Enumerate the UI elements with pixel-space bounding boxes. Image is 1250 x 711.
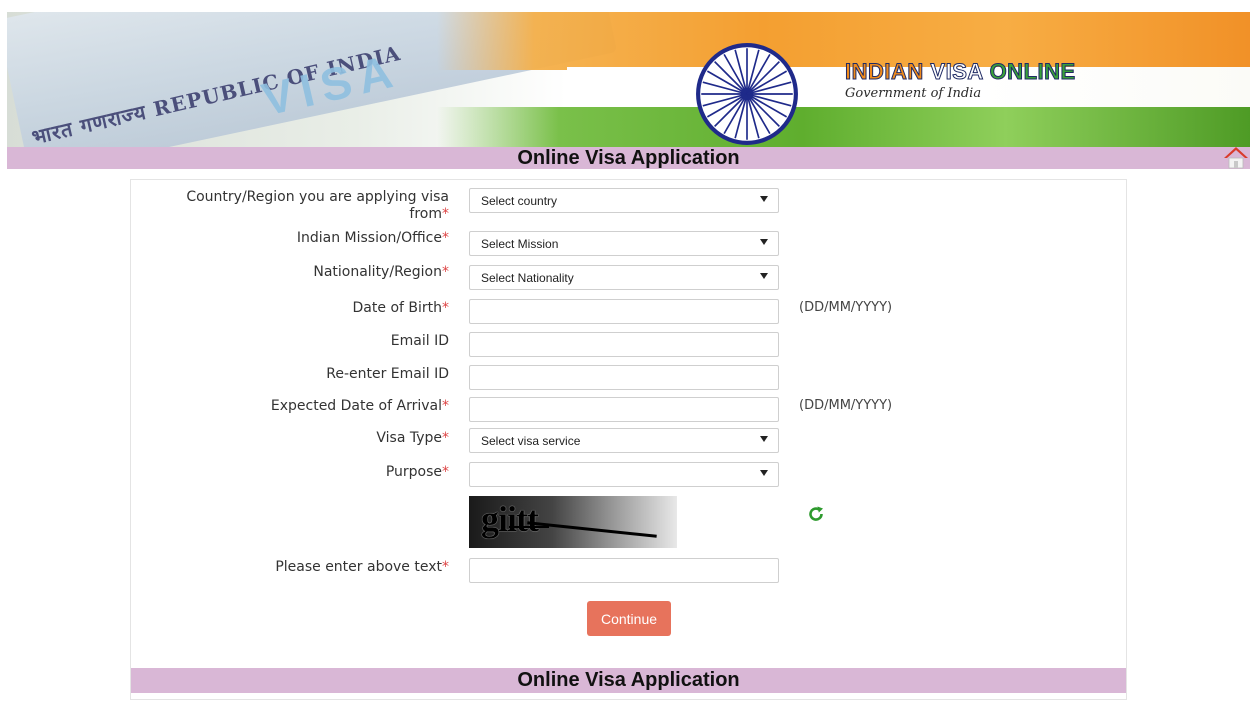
nationality-label: Nationality/Region* <box>313 264 449 280</box>
country-label: Country/Region you are applying visa fro… <box>186 189 449 222</box>
visa-type-label: Visa Type* <box>376 430 449 446</box>
email-confirm-label: Re-enter Email ID <box>326 366 449 382</box>
brand-subtitle: Government of India <box>845 86 982 101</box>
arrival-format-hint: (DD/MM/YYYY) <box>799 398 893 413</box>
captcha-label: Please enter above text* <box>275 559 449 575</box>
purpose-label: Purpose* <box>385 464 449 480</box>
dob-format-hint: (DD/MM/YYYY) <box>799 300 893 315</box>
purpose-select[interactable] <box>469 462 779 487</box>
country-select[interactable]: Select country <box>469 188 779 213</box>
chevron-down-icon <box>760 196 768 202</box>
visa-type-select[interactable]: Select visa service <box>469 428 779 453</box>
saffron-band <box>437 12 1250 70</box>
mission-label: Indian Mission/Office* <box>296 230 449 246</box>
captcha-image: giitt <box>469 496 677 548</box>
email-input[interactable] <box>469 332 779 357</box>
home-icon[interactable] <box>1223 144 1249 170</box>
nationality-select[interactable]: Select Nationality <box>469 265 779 290</box>
chevron-down-icon <box>760 239 768 245</box>
mission-select[interactable]: Select Mission <box>469 231 779 256</box>
dob-input[interactable] <box>469 299 779 324</box>
brand-logo: INDIAN VISA ONLINE Government of India <box>845 59 1076 101</box>
email-confirm-input[interactable] <box>469 365 779 390</box>
dob-label: Date of Birth* <box>352 300 449 316</box>
arrival-date-input[interactable] <box>469 397 779 422</box>
brand-visa: VISA <box>930 59 983 84</box>
continue-button[interactable]: Continue <box>587 601 671 636</box>
arrival-label: Expected Date of Arrival* <box>270 398 449 414</box>
refresh-icon[interactable] <box>807 505 825 523</box>
brand-indian: INDIAN <box>845 59 924 84</box>
captcha-input[interactable] <box>469 558 779 583</box>
green-band <box>437 107 1250 147</box>
title-bar: Online Visa Application <box>7 147 1250 169</box>
footer-bar: Online Visa Application <box>131 668 1126 693</box>
chevron-down-icon <box>760 436 768 442</box>
chevron-down-icon <box>760 470 768 476</box>
chevron-down-icon <box>760 273 768 279</box>
brand-online: ONLINE <box>989 59 1076 84</box>
page-title: Online Visa Application <box>517 147 740 169</box>
ashoka-chakra-icon <box>696 43 798 145</box>
footer-title: Online Visa Application <box>517 669 740 691</box>
email-label: Email ID <box>390 333 449 349</box>
site-banner: भारत गणराज्य REPUBLIC OF INDIA VISA INDI… <box>7 12 1250 147</box>
visa-form: Country/Region you are applying visa fro… <box>130 179 1127 700</box>
